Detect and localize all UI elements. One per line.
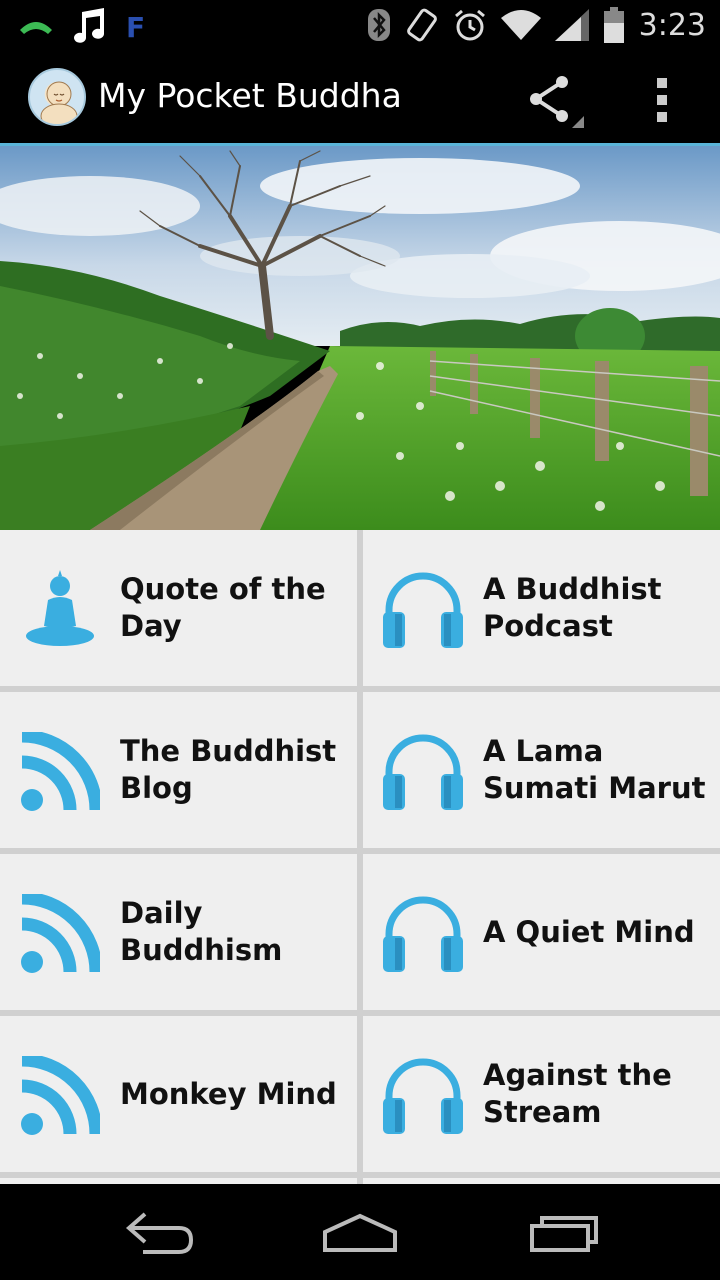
navigation-bar xyxy=(0,1184,720,1280)
tile-daily-buddhism[interactable]: Daily Buddhism xyxy=(0,854,357,1010)
share-button[interactable] xyxy=(522,72,584,130)
tile-the-buddhist-blog[interactable]: The Buddhist Blog xyxy=(0,692,357,848)
back-button[interactable] xyxy=(115,1202,205,1262)
tile-quote-of-the-day[interactable]: Quote of the Day xyxy=(0,530,357,686)
app-logo-icon[interactable] xyxy=(28,68,86,126)
tile-a-quiet-mind[interactable]: A Quiet Mind xyxy=(363,854,720,1010)
status-time: 3:23 xyxy=(638,7,706,43)
rotation-icon xyxy=(405,8,439,42)
alarm-icon xyxy=(453,8,487,42)
tile-label: Monkey Mind xyxy=(120,1076,337,1111)
headphones-icon xyxy=(383,732,463,812)
back-icon xyxy=(125,1212,194,1254)
headphones-icon xyxy=(383,894,463,974)
recent-apps-icon xyxy=(530,1216,598,1252)
rss-icon xyxy=(20,729,103,812)
signal-icon xyxy=(554,9,589,41)
home-button[interactable] xyxy=(315,1202,405,1262)
tile-label: Daily Buddhism xyxy=(120,896,283,967)
rss-icon xyxy=(20,1053,103,1136)
tile-monkey-mind[interactable]: Monkey Mind xyxy=(0,1016,357,1172)
tile-label: Against the Stream xyxy=(483,1058,672,1129)
action-bar: My Pocket Buddha xyxy=(0,50,720,146)
tile-label: Quote of the Day xyxy=(120,572,326,643)
share-icon xyxy=(530,76,584,130)
phone-call-icon xyxy=(18,16,54,36)
headphones-icon xyxy=(383,570,463,650)
tile-label: The Buddhist Blog xyxy=(120,734,337,805)
status-bar: F 3:23 xyxy=(0,0,720,50)
bluetooth-icon xyxy=(367,8,391,42)
svg-text:F: F xyxy=(126,11,144,41)
headphones-icon xyxy=(383,1056,463,1136)
wifi-icon xyxy=(500,10,541,40)
app-title: My Pocket Buddha xyxy=(98,76,402,115)
menu-grid: Quote of the Day A Buddhist Podcast The … xyxy=(0,530,720,1184)
hero-image xyxy=(0,146,720,530)
tile-against-the-stream[interactable]: Against the Stream xyxy=(363,1016,720,1172)
tile-a-buddhist-podcast[interactable]: A Buddhist Podcast xyxy=(363,530,720,686)
overflow-menu-button[interactable] xyxy=(640,72,686,128)
overflow-menu-icon xyxy=(657,78,667,122)
home-icon xyxy=(323,1213,397,1252)
recent-apps-button[interactable] xyxy=(520,1202,610,1262)
tile-label: A Lama Sumati Marut xyxy=(483,734,706,805)
feedly-icon: F xyxy=(124,11,144,41)
tile-label: A Buddhist Podcast xyxy=(483,572,662,643)
tile-a-lama-sumati-marut[interactable]: A Lama Sumati Marut xyxy=(363,692,720,848)
tile-label: A Quiet Mind xyxy=(483,914,695,949)
battery-icon xyxy=(603,7,625,43)
buddha-icon xyxy=(20,570,100,650)
music-note-icon xyxy=(72,8,106,44)
rss-icon xyxy=(20,891,103,974)
